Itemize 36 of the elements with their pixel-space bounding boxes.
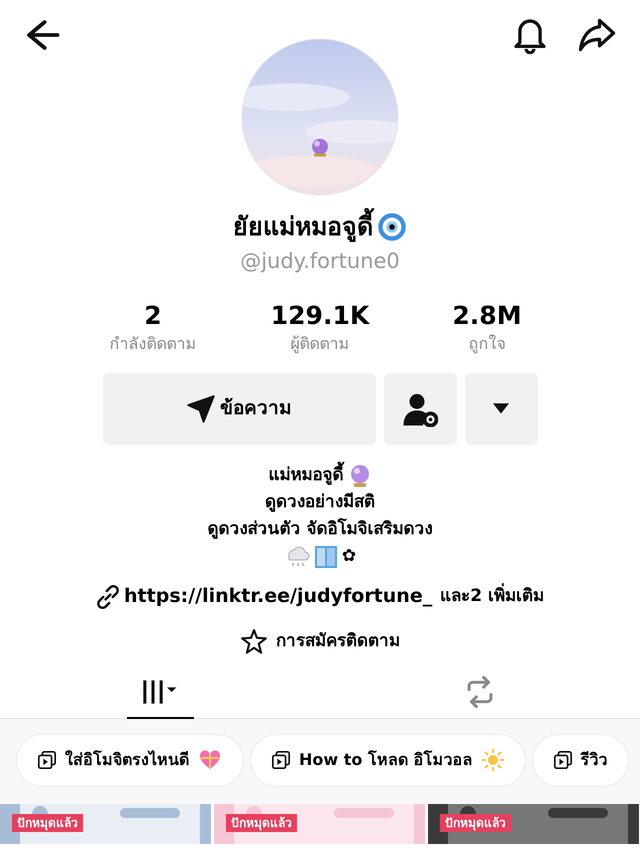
- bio-line: ✿: [342, 545, 356, 568]
- more-links[interactable]: และ2 เพิ่มเติม: [440, 584, 544, 610]
- heart-ribbon-icon: [197, 748, 223, 772]
- playlist-icon: [552, 750, 573, 770]
- profile-name: ยัยแม่หมอจูดี้: [233, 208, 373, 246]
- link-icon: [96, 584, 120, 608]
- caret-down-icon: [493, 403, 509, 414]
- subscription-link[interactable]: การสมัครติดตาม: [276, 628, 400, 654]
- send-icon: [186, 394, 216, 422]
- stat-value: 129.1K: [270, 300, 370, 332]
- profile-handle: @judy.fortune0: [240, 248, 400, 275]
- message-button[interactable]: ข้อความ: [102, 372, 376, 444]
- stat-value: 2.8M: [452, 300, 522, 332]
- window-icon: [314, 545, 338, 569]
- share-icon[interactable]: [578, 17, 616, 53]
- playlist-chip[interactable]: ใส่อิโมจิตรงไหนดี: [16, 734, 244, 786]
- bio-line: ดูดวงส่วนตัว จัดอิโมจิเสริมดวง: [208, 517, 432, 542]
- pinned-badge: ปักหมุดแล้ว: [12, 814, 83, 832]
- star-icon: [240, 628, 268, 654]
- stat-label: ถูกใจ: [468, 332, 506, 356]
- add-friend-button[interactable]: [384, 372, 456, 444]
- stat-label: กำลังติดตาม: [110, 332, 196, 354]
- playlist-chip[interactable]: How to โหลด อิโมวอล: [250, 734, 526, 786]
- playlist-icon: [37, 750, 57, 770]
- eye-amulet-icon: [377, 212, 407, 242]
- stat-label: ผู้ติดตาม: [290, 332, 350, 356]
- playlist-chip[interactable]: รีวิว: [532, 734, 629, 786]
- stat-value: 2: [144, 300, 162, 332]
- pinned-badge: ปักหมุดแล้ว: [226, 814, 297, 832]
- bio-line: แม่หมอจูดี้: [268, 463, 344, 489]
- pinned-badge: ปักหมุดแล้ว: [440, 814, 511, 832]
- sun-icon: [480, 748, 505, 772]
- profile-link[interactable]: https://linktr.ee/judyfortune_: [124, 582, 432, 611]
- back-icon[interactable]: [24, 19, 60, 51]
- playlist-icon: [271, 750, 291, 770]
- bio-line: ดูดวงอย่างมีสติ: [265, 491, 375, 514]
